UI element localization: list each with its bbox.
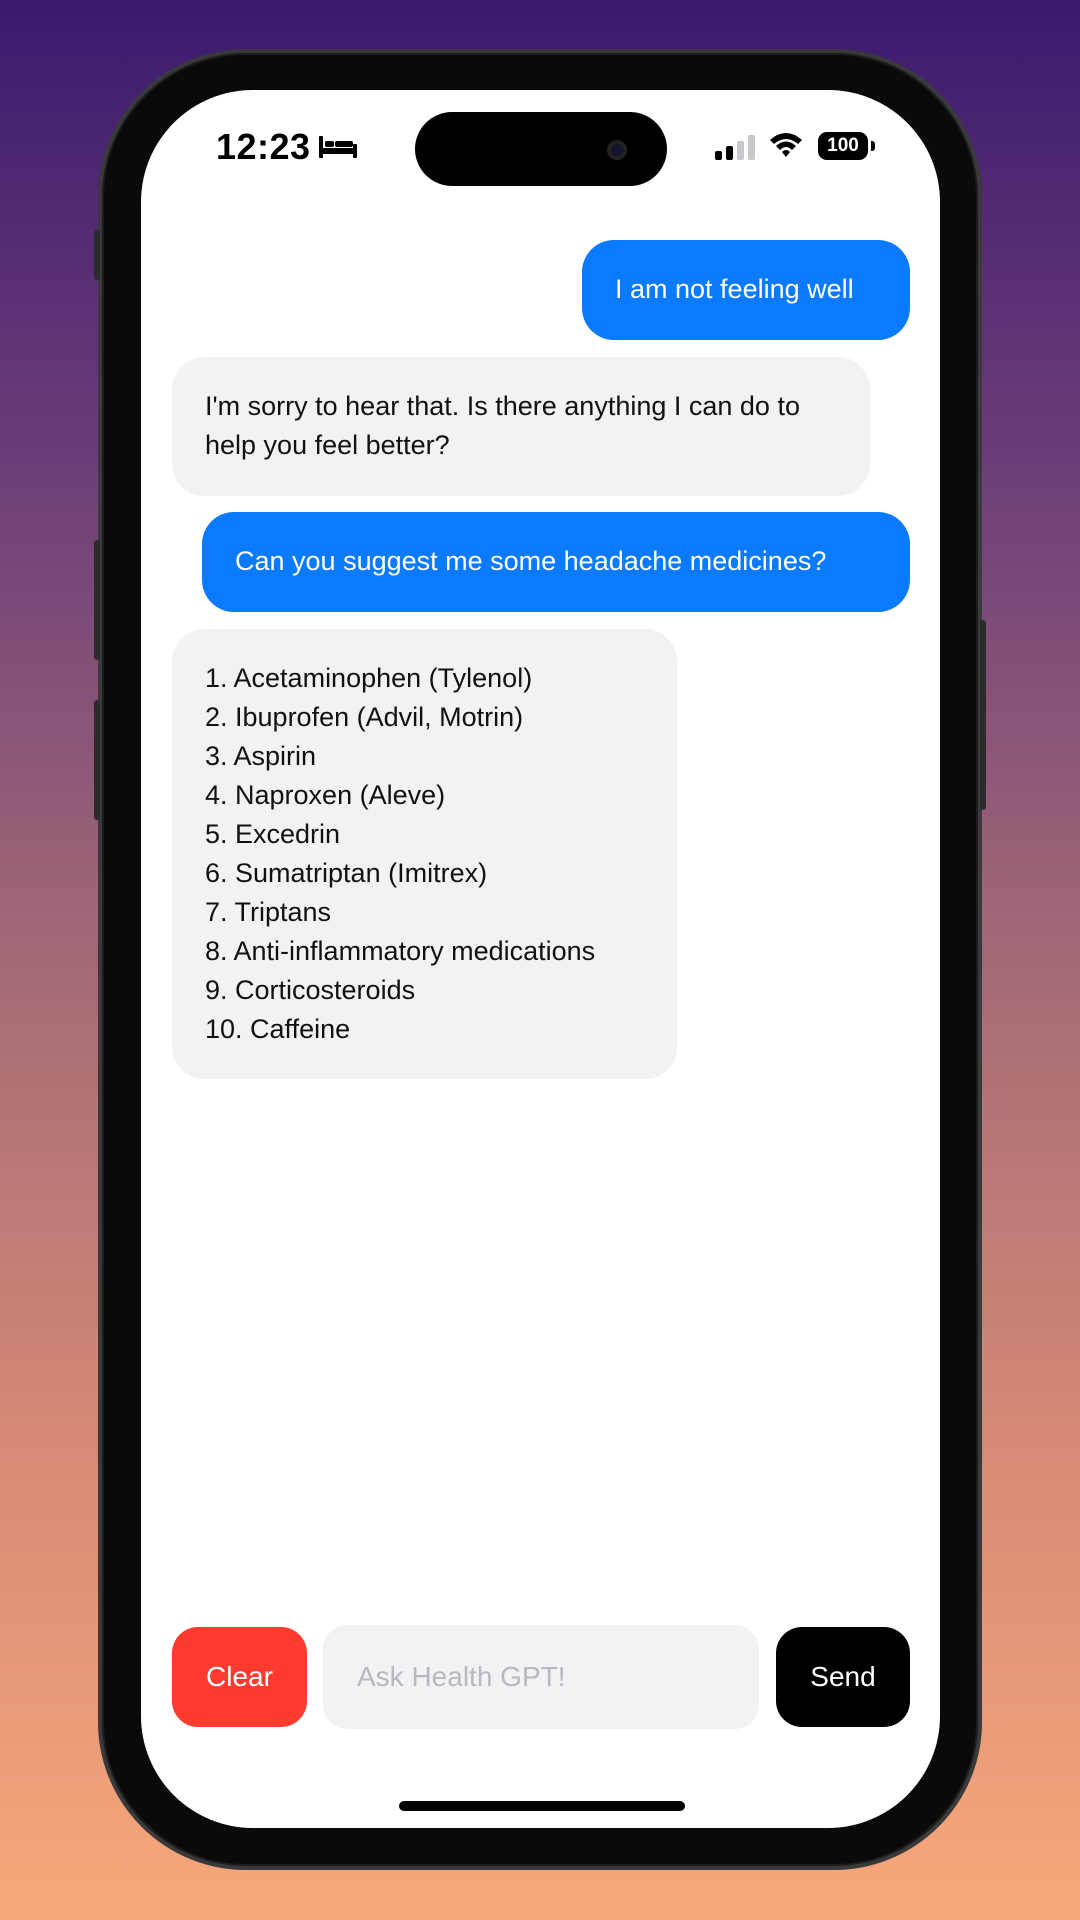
list-item: 2. Ibuprofen (Advil, Motrin) [205,702,524,732]
message-text: I am not feeling well [615,274,854,304]
list-item: 9. Corticosteroids [205,975,416,1005]
message-text: I'm sorry to hear that. Is there anythin… [205,391,800,460]
app-screen: 12:23 100 I am not feeling well I'm sorr… [141,90,940,1828]
volume-up-button [94,540,100,660]
list-item: 3. Aspirin [205,741,317,771]
message-input[interactable]: Ask Health GPT! [323,1625,759,1729]
list-item: 1. Acetaminophen (Tylenol) [205,663,533,693]
list-item: 8. Anti-inflammatory medications [205,936,596,966]
list-item: 7. Triptans [205,897,332,927]
list-item: 10. Caffeine [205,1014,351,1044]
assistant-message: 1. Acetaminophen (Tylenol) 2. Ibuprofen … [172,629,677,1079]
battery-level: 100 [827,135,859,156]
list-item: 6. Sumatriptan (Imitrex) [205,858,488,888]
dynamic-island [415,112,667,186]
battery-tip [871,141,875,151]
clear-button[interactable]: Clear [172,1627,307,1727]
camera-icon [607,140,627,160]
user-message: I am not feeling well [582,240,910,340]
volume-down-button [94,700,100,820]
signal-icon [715,135,755,160]
message-text: Can you suggest me some headache medicin… [235,546,827,576]
assistant-message: I'm sorry to hear that. Is there anythin… [172,357,870,496]
send-button[interactable]: Send [776,1627,910,1727]
user-message: Can you suggest me some headache medicin… [202,512,910,612]
list-item: 4. Naproxen (Aleve) [205,780,446,810]
bed-icon [319,136,357,158]
home-indicator[interactable] [399,1801,685,1811]
power-button [980,620,986,810]
list-item: 5. Excedrin [205,819,341,849]
wifi-icon [770,133,802,157]
action-button [94,230,100,280]
battery-icon: 100 [818,132,868,160]
status-time: 12:23 [216,126,311,167]
